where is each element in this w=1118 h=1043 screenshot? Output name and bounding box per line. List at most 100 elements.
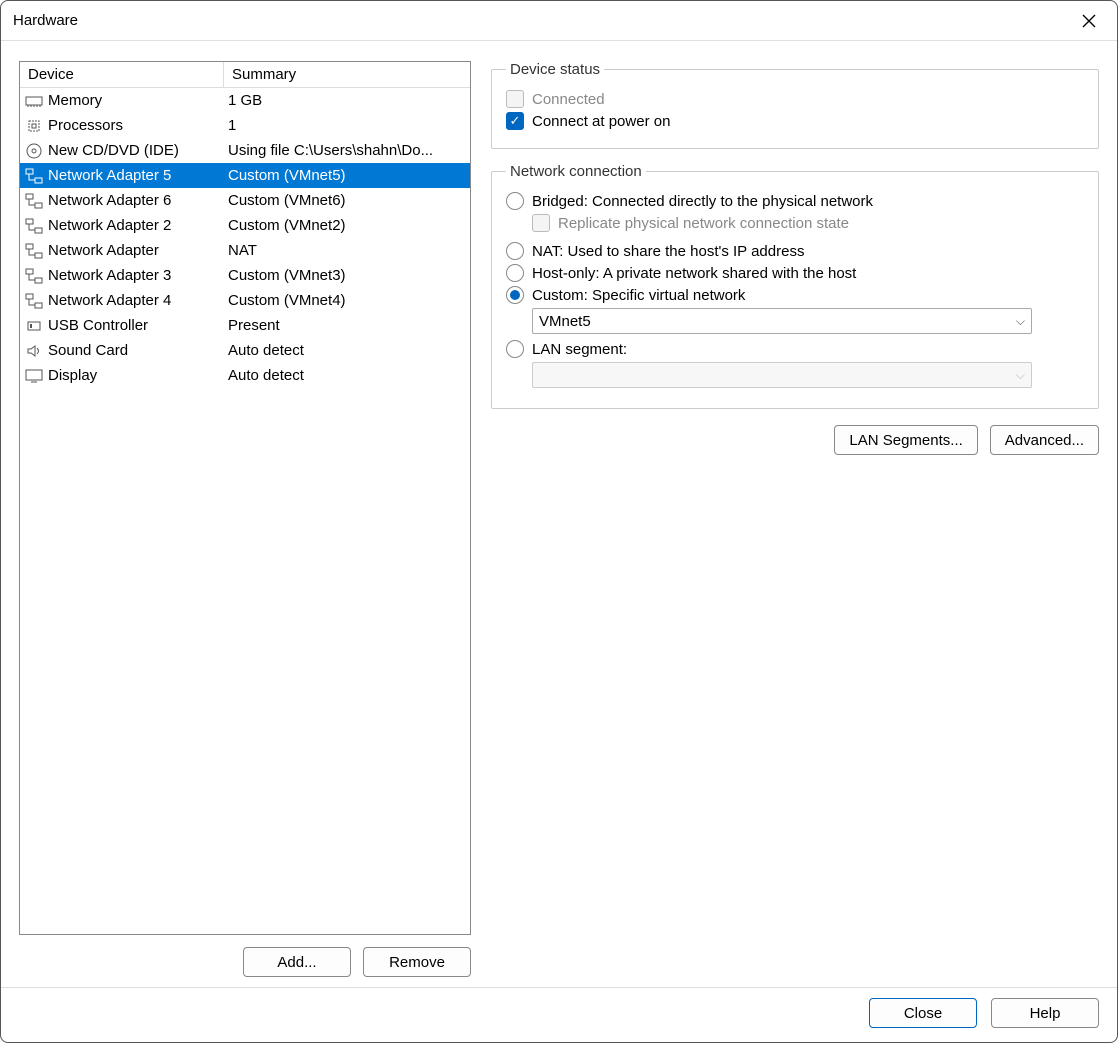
table-row[interactable]: Network Adapter 5Custom (VMnet5) [20,163,470,188]
table-row[interactable]: Sound Card Auto detect [20,338,470,363]
header-device[interactable]: Device [20,62,224,87]
display-icon [24,366,44,386]
device-name: New CD/DVD (IDE) [48,142,179,159]
cpu-icon [24,116,44,136]
window-title: Hardware [13,12,1073,29]
device-name: Network Adapter 4 [48,292,171,309]
remove-button[interactable]: Remove [363,947,471,977]
device-summary: Custom (VMnet2) [224,217,470,234]
close-icon [1082,14,1096,28]
custom-radio-row[interactable]: Custom: Specific virtual network [506,286,1084,304]
connect-poweron-checkbox[interactable]: ✓ [506,112,524,130]
advanced-button[interactable]: Advanced... [990,425,1099,455]
device-name: Memory [48,92,102,109]
content-area: Device Summary Memory 1 GB Processors 1 New … [1,41,1117,987]
hostonly-radio-row[interactable]: Host-only: A private network shared with… [506,264,1084,282]
connected-checkbox [506,90,524,108]
device-table: Device Summary Memory 1 GB Processors 1 New … [19,61,471,935]
nat-label: NAT: Used to share the host's IP address [532,243,804,260]
close-dialog-button[interactable]: Close [869,998,977,1028]
net-icon [24,216,44,236]
bridged-radio-row[interactable]: Bridged: Connected directly to the physi… [506,192,1084,210]
bridged-radio[interactable] [506,192,524,210]
device-summary: 1 [224,117,470,134]
device-summary: NAT [224,242,470,259]
custom-vmnet-value: VMnet5 [539,313,591,330]
connected-checkbox-row: Connected [506,90,1084,108]
replicate-label: Replicate physical network connection st… [558,215,849,232]
lansegment-select: ⌵ [532,362,1032,388]
lansegment-radio-row[interactable]: LAN segment: [506,340,1084,358]
right-panel: Device status Connected ✓ Connect at pow… [491,61,1099,977]
device-name: Network Adapter [48,242,159,259]
device-summary: Present [224,317,470,334]
header-summary[interactable]: Summary [224,62,470,87]
connect-poweron-row[interactable]: ✓ Connect at power on [506,112,1084,130]
device-name: Display [48,367,97,384]
table-row[interactable]: Network Adapter 6 Custom (VMnet6) [20,188,470,213]
memory-icon [24,91,44,111]
custom-vmnet-select[interactable]: VMnet5 ⌵ [532,308,1032,334]
device-status-legend: Device status [506,61,604,78]
device-summary: Using file C:\Users\shahn\Do... [224,142,470,159]
bridged-label: Bridged: Connected directly to the physi… [532,193,873,210]
left-panel: Device Summary Memory 1 GB Processors 1 New … [19,61,471,977]
table-row[interactable]: Network Adapter 4 Custom (VMnet4) [20,288,470,313]
lansegment-label: LAN segment: [532,341,627,358]
left-buttons: Add... Remove [19,947,471,977]
footer: Close Help [1,987,1117,1042]
table-row[interactable]: Processors 1 [20,113,470,138]
lansegment-select-wrap: ⌵ [532,362,1084,388]
table-row[interactable]: USB Controller Present [20,313,470,338]
device-name: Network Adapter 2 [48,217,171,234]
table-row[interactable]: Network Adapter 2 Custom (VMnet2) [20,213,470,238]
usb-icon [24,316,44,336]
network-connection-group: Network connection Bridged: Connected di… [491,163,1099,409]
custom-select-wrap: VMnet5 ⌵ [532,308,1084,334]
hostonly-radio[interactable] [506,264,524,282]
net-icon [24,266,44,286]
add-button[interactable]: Add... [243,947,351,977]
lan-segments-button[interactable]: LAN Segments... [834,425,977,455]
device-summary: Custom (VMnet3) [224,267,470,284]
device-name: Network Adapter 6 [48,192,171,209]
chevron-down-icon: ⌵ [1016,314,1025,329]
net-icon [24,191,44,211]
lansegment-radio[interactable] [506,340,524,358]
sound-icon [24,341,44,361]
device-name: Network Adapter 3 [48,267,171,284]
device-summary: 1 GB [224,92,470,109]
device-status-group: Device status Connected ✓ Connect at pow… [491,61,1099,149]
device-summary: Auto detect [224,342,470,359]
right-buttons: LAN Segments... Advanced... [491,425,1099,455]
device-name: Processors [48,117,123,134]
replicate-checkbox [532,214,550,232]
close-button[interactable] [1073,5,1105,37]
table-row[interactable]: Network Adapter 3 Custom (VMnet3) [20,263,470,288]
custom-radio[interactable] [506,286,524,304]
net-icon [24,166,44,186]
table-body: Memory 1 GB Processors 1 New CD/DVD (IDE) Usi… [20,88,470,388]
hardware-window: Hardware Device Summary Memory 1 GB Proces… [0,0,1118,1043]
device-name: Sound Card [48,342,128,359]
table-row[interactable]: DisplayAuto detect [20,363,470,388]
connect-poweron-label: Connect at power on [532,113,670,130]
device-summary: Custom (VMnet6) [224,192,470,209]
chevron-down-icon: ⌵ [1016,368,1025,383]
net-icon [24,241,44,261]
net-icon [24,291,44,311]
table-row[interactable]: Network Adapter NAT [20,238,470,263]
connected-label: Connected [532,91,605,108]
disc-icon [24,141,44,161]
replicate-row: Replicate physical network connection st… [532,214,1084,232]
table-header: Device Summary [20,62,470,88]
device-summary: Custom (VMnet4) [224,292,470,309]
device-summary: Custom (VMnet5) [224,167,470,184]
help-button[interactable]: Help [991,998,1099,1028]
table-row[interactable]: New CD/DVD (IDE) Using file C:\Users\shah… [20,138,470,163]
nat-radio[interactable] [506,242,524,260]
hostonly-label: Host-only: A private network shared with… [532,265,856,282]
device-name: USB Controller [48,317,148,334]
table-row[interactable]: Memory 1 GB [20,88,470,113]
nat-radio-row[interactable]: NAT: Used to share the host's IP address [506,242,1084,260]
